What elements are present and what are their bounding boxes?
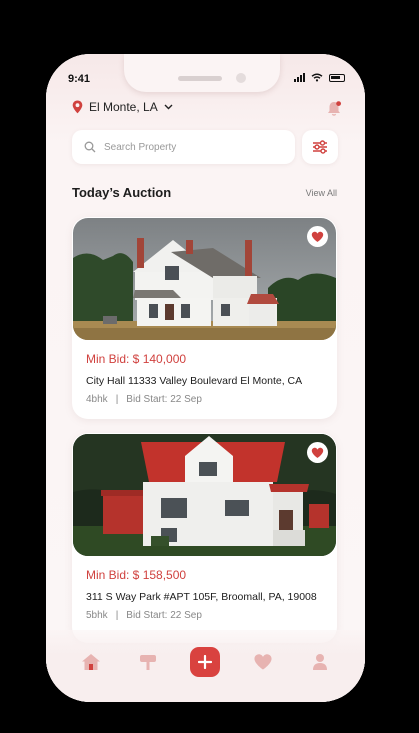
nav-add-button[interactable] [190,647,221,677]
speaker-grille [178,76,222,81]
heart-icon [311,231,324,242]
property-meta: 4bhk | Bid Start: 22 Sep [86,394,202,405]
nav-listings[interactable] [133,647,163,677]
status-icons [294,73,345,82]
listing-card[interactable]: Min Bid: $ 158,500 311 S Way Park #APT 1… [72,433,337,643]
bid-start: Bid Start: 22 Sep [126,394,202,405]
location-label: El Monte, LA [89,100,158,114]
bid-start: Bid Start: 22 Sep [126,610,202,621]
meta-separator: | [115,610,119,621]
location-selector[interactable]: El Monte, LA [72,100,173,114]
view-all-link[interactable]: View All [306,188,337,198]
battery-icon [329,73,345,82]
favorite-button[interactable] [307,226,328,247]
property-photo [73,218,336,340]
listing-card[interactable]: Min Bid: $ 140,000 City Hall 11333 Valle… [72,217,337,419]
property-size: 4bhk [86,394,108,405]
search-input[interactable] [104,141,274,153]
heart-icon [311,447,324,458]
wifi-icon [311,73,323,82]
filter-button[interactable] [302,130,338,164]
property-address: City Hall 11333 Valley Boulevard El Mont… [86,375,303,387]
chevron-down-icon [164,104,173,110]
location-pin-icon [72,100,83,114]
meta-separator: | [115,394,119,405]
nav-home[interactable] [76,647,106,677]
search-bar[interactable] [72,130,295,164]
device-notch [124,54,280,92]
property-address: 311 S Way Park #APT 105F, Broomall, PA, … [86,591,317,603]
notification-bell-icon[interactable] [325,100,343,118]
home-icon [81,654,100,670]
sliders-icon [313,140,327,154]
signpost-icon [140,655,157,670]
house-image [73,434,336,556]
signal-icon [294,73,305,82]
status-time: 9:41 [68,73,91,85]
bottom-navigation [46,630,365,702]
heart-icon [254,654,272,670]
property-meta: 5bhk | Bid Start: 22 Sep [86,610,202,621]
property-size: 5bhk [86,610,108,621]
house-image [73,218,336,340]
min-bid: Min Bid: $ 158,500 [86,568,187,582]
search-icon [84,141,96,153]
favorite-button[interactable] [307,442,328,463]
camera-icon [236,73,246,83]
phone-frame: 9:41 El Monte, LA Search Property Today’… [46,54,365,702]
min-bid: Min Bid: $ 140,000 [86,352,187,366]
nav-favorites[interactable] [248,647,278,677]
app-screen: 9:41 El Monte, LA Search Property Today’… [46,54,365,702]
nav-profile[interactable] [305,647,335,677]
user-icon [313,654,328,670]
section-title: Today’s Auction [72,185,172,200]
plus-icon [198,655,213,669]
property-photo [73,434,336,556]
